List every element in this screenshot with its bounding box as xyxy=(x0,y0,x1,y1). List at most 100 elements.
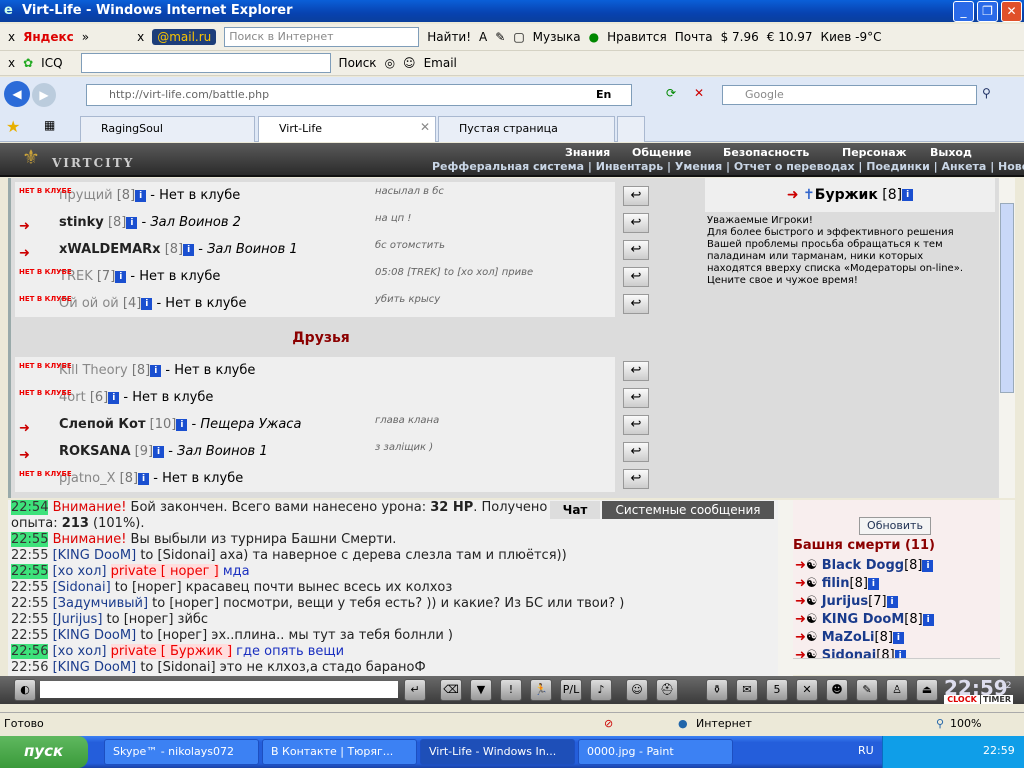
reply-button[interactable]: ↩ xyxy=(623,240,649,260)
task-opera[interactable]: В Контакте | Тюряг... xyxy=(262,739,417,765)
nav-referral[interactable]: Рефферальная система xyxy=(432,160,584,173)
nav-transfer-report[interactable]: Отчет о переводах xyxy=(734,160,855,173)
nav-character[interactable]: Персонаж xyxy=(842,146,907,159)
chat-nick[interactable]: [KING DooM] xyxy=(53,548,137,563)
tab-empty-page[interactable]: Пустая страница xyxy=(438,116,615,142)
tab-ragingsoul[interactable]: RagingSoul xyxy=(80,116,255,142)
chat-nick[interactable]: [Задумчивый] xyxy=(53,596,148,611)
portrait-icon[interactable]: ☻ xyxy=(826,679,848,701)
info-icon[interactable]: i xyxy=(922,613,934,626)
zoom-level[interactable]: 100% xyxy=(950,713,981,735)
icq-search-button[interactable]: Поиск xyxy=(339,56,377,70)
tab-system-messages[interactable]: Системные сообщения xyxy=(602,501,774,519)
contact-nick[interactable]: stinky xyxy=(59,215,104,230)
minimize-button[interactable]: _ xyxy=(953,1,974,22)
player-nick[interactable]: Sidonai xyxy=(822,648,877,658)
tab-virt-life[interactable]: Virt-Life xyxy=(258,116,436,142)
info-icon[interactable]: i xyxy=(150,364,162,377)
reply-button[interactable]: ↩ xyxy=(623,442,649,462)
address-bar[interactable]: http://virt-life.com/battle.php xyxy=(86,84,632,106)
reply-button[interactable]: ↩ xyxy=(623,267,649,287)
info-icon[interactable]: i xyxy=(138,472,150,485)
chat-nick[interactable]: [KING DooM] xyxy=(53,660,137,675)
close-tab-icon[interactable]: ✕ xyxy=(420,120,430,134)
info-icon[interactable]: i xyxy=(126,216,138,229)
mail-search-input[interactable]: Поиск в Интернет xyxy=(224,27,420,47)
email-button[interactable]: Email xyxy=(424,56,457,70)
refresh-button[interactable]: Обновить xyxy=(859,517,931,535)
contact-nick[interactable]: Слепой Кот xyxy=(59,417,146,432)
reply-button[interactable]: ↩ xyxy=(623,415,649,435)
close-toolbar-icon[interactable]: x xyxy=(137,30,144,44)
icq-search-input[interactable] xyxy=(80,53,331,73)
scrollbar-thumb[interactable] xyxy=(1000,203,1014,393)
tower-scrollbar[interactable] xyxy=(1000,500,1015,676)
exit-icon[interactable]: ⏏ xyxy=(916,679,938,701)
mail-button[interactable]: Почта xyxy=(675,30,713,44)
info-icon[interactable]: i xyxy=(115,270,127,283)
new-tab-button[interactable] xyxy=(617,116,645,142)
reply-button[interactable]: ↩ xyxy=(623,186,649,206)
language-indicator[interactable]: RU xyxy=(858,744,874,757)
player-nick[interactable]: Jurijus xyxy=(822,594,868,609)
smiley-icon[interactable]: ☺ xyxy=(626,679,648,701)
stop-button[interactable]: ✕ xyxy=(694,86,704,100)
nav-profile[interactable]: Анкета xyxy=(942,160,987,173)
page-icon[interactable]: ▢ xyxy=(513,30,524,44)
info-icon[interactable]: i xyxy=(153,445,165,458)
nav-skills[interactable]: Умения xyxy=(675,160,722,173)
google-search-input[interactable]: Google xyxy=(722,85,977,105)
close-toolbar-icon[interactable]: x xyxy=(8,30,15,44)
chat-scrollbar[interactable] xyxy=(778,500,793,676)
nav-duels[interactable]: Поединки xyxy=(866,160,930,173)
content-scrollbar[interactable] xyxy=(998,178,1015,498)
task-ie[interactable]: Virt-Life - Windows In... xyxy=(420,739,575,765)
compass-icon[interactable]: ◎ xyxy=(385,56,395,70)
user-icon[interactable]: ☺ xyxy=(403,56,416,70)
back-button[interactable]: ◀ xyxy=(4,81,30,107)
search-go-button[interactable]: ⚲ xyxy=(982,86,991,100)
info-icon[interactable]: i xyxy=(108,391,120,404)
info-icon[interactable]: i xyxy=(902,189,914,201)
icq-button[interactable]: ICQ xyxy=(41,56,62,70)
nav-exit[interactable]: Выход xyxy=(930,146,972,159)
start-button[interactable]: пуск xyxy=(0,736,88,768)
player-nick[interactable]: filin xyxy=(822,576,850,591)
popup-blocker-icon[interactable]: ⊘ xyxy=(604,713,613,735)
reply-button[interactable]: ↩ xyxy=(623,213,649,233)
music-icon[interactable]: ♪ xyxy=(590,679,612,701)
timer-button[interactable]: TIMER xyxy=(981,695,1013,704)
speaker-icon[interactable]: ◐ xyxy=(14,679,36,701)
player-nick[interactable]: Black Dogg xyxy=(822,558,904,573)
chat-nick[interactable]: [Jurijus] xyxy=(53,612,103,627)
info-icon[interactable]: i xyxy=(894,649,906,658)
nav-communication[interactable]: Общение xyxy=(632,146,691,159)
info-icon[interactable]: i xyxy=(141,297,153,310)
like-button[interactable]: Нравится xyxy=(607,30,667,44)
forward-button[interactable]: ▶ xyxy=(32,83,56,107)
chat-nick[interactable]: [Sidonai] xyxy=(53,580,111,595)
person-icon[interactable]: ♙ xyxy=(886,679,908,701)
nav-news[interactable]: Новости xyxy=(998,160,1024,173)
favorites-star-icon[interactable]: ★ xyxy=(6,117,20,136)
bottle-icon[interactable]: ⚱ xyxy=(706,679,728,701)
yandex-button[interactable]: Яндекс xyxy=(23,30,74,44)
chat-nick[interactable]: [KING DooM] xyxy=(53,628,137,643)
info-icon[interactable]: i xyxy=(922,559,934,572)
filter-icon[interactable]: ▼ xyxy=(470,679,492,701)
find-button[interactable]: Найти! xyxy=(427,30,471,44)
nav-security[interactable]: Безопасность xyxy=(723,146,809,159)
weather[interactable]: Киев -9°C xyxy=(821,30,882,44)
close-button[interactable]: ✕ xyxy=(1001,1,1022,22)
clock-button[interactable]: CLOCK xyxy=(944,695,980,704)
notice-icon[interactable]: ! xyxy=(500,679,522,701)
fight-icon[interactable]: ✕ xyxy=(796,679,818,701)
font-size-icon[interactable]: A xyxy=(479,30,487,44)
info-icon[interactable]: i xyxy=(135,189,147,202)
chat-nick[interactable]: [хо хол] xyxy=(53,564,107,579)
close-toolbar-icon[interactable]: x xyxy=(8,56,15,70)
contact-nick[interactable]: xWALDEMARx xyxy=(59,242,161,257)
chat-bubble-icon[interactable]: ✎ xyxy=(856,679,878,701)
nav-knowledge[interactable]: Знания xyxy=(565,146,610,159)
scroll-icon[interactable]: ✉ xyxy=(736,679,758,701)
